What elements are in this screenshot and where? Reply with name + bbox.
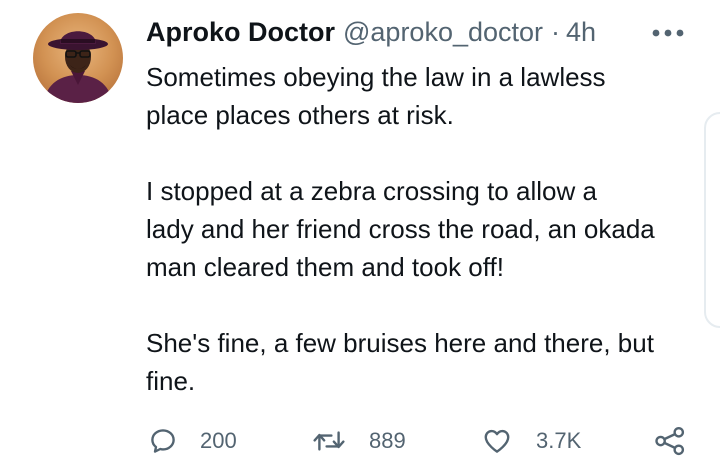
attached-media-edge[interactable] bbox=[704, 112, 720, 328]
reply-count: 200 bbox=[200, 428, 237, 453]
tweet-text-line: man cleared them and took off! bbox=[146, 252, 504, 282]
retweet-button[interactable]: 889 bbox=[311, 425, 406, 457]
avatar-image bbox=[33, 13, 123, 103]
more-options-button[interactable] bbox=[648, 20, 688, 46]
tweet-header: Aproko Doctor @aproko_doctor · 4h bbox=[146, 14, 596, 50]
tweet-paragraph: I stopped at a zebra crossing to allow a… bbox=[146, 172, 706, 286]
heart-icon bbox=[484, 429, 510, 453]
reply-icon bbox=[151, 429, 175, 453]
tweet-text-line: She's fine, a few bruises here and there… bbox=[146, 328, 654, 358]
tweet-paragraph: Sometimes obeying the law in a lawless p… bbox=[146, 58, 706, 134]
like-count: 3.7K bbox=[536, 428, 582, 453]
author-display-name[interactable]: Aproko Doctor bbox=[146, 17, 335, 48]
author-handle[interactable]: @aproko_doctor bbox=[343, 17, 543, 48]
header-separator: · bbox=[551, 16, 561, 47]
tweet-text-line: I stopped at a zebra crossing to allow a bbox=[146, 176, 597, 206]
share-icon bbox=[655, 426, 685, 456]
tweet-text-line: Sometimes obeying the law in a lawless bbox=[146, 62, 606, 92]
user-avatar[interactable] bbox=[33, 13, 123, 103]
tweet-paragraph: She's fine, a few bruises here and there… bbox=[146, 324, 706, 400]
reply-button[interactable]: 200 bbox=[148, 425, 237, 457]
tweet-text-line: fine. bbox=[146, 366, 196, 396]
retweet-icon bbox=[313, 431, 345, 451]
tweet-text-line: lady and her friend cross the road, an o… bbox=[146, 214, 655, 244]
tweet-timestamp[interactable]: 4h bbox=[566, 17, 596, 48]
more-horizontal-icon bbox=[652, 29, 684, 37]
retweet-count: 889 bbox=[369, 428, 406, 453]
tweet-text: Sometimes obeying the law in a lawless p… bbox=[146, 58, 706, 400]
share-button[interactable] bbox=[653, 425, 687, 457]
like-button[interactable]: 3.7K bbox=[482, 425, 581, 457]
tweet-text-line: place places others at risk. bbox=[146, 100, 454, 130]
